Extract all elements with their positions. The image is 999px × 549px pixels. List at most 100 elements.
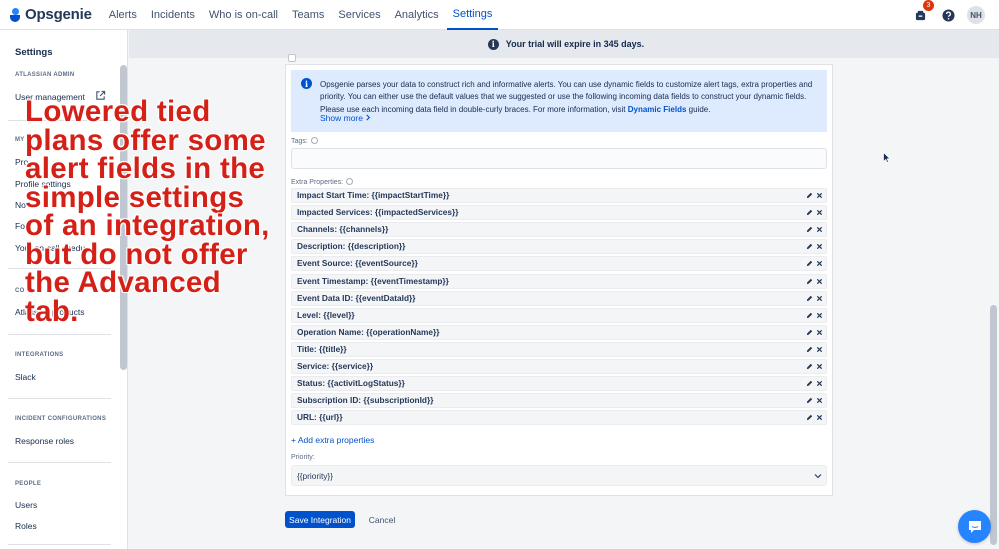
extra-property-row: Impact Start Time: {{impactStartTime}} <box>291 188 827 203</box>
extra-property-text: Title: {{title}} <box>297 343 347 354</box>
close-icon[interactable] <box>816 278 823 285</box>
section-co: CO <box>15 288 25 294</box>
nav-services[interactable]: Services <box>332 0 386 30</box>
help-icon[interactable] <box>346 178 354 185</box>
cancel-button[interactable]: Cancel <box>364 511 400 528</box>
extra-property-row: Status: {{activitLogStatus}} <box>291 376 827 392</box>
sidebar-item-fo[interactable]: Fo <box>15 221 25 231</box>
add-extra-properties-link[interactable]: + Add extra properties <box>291 435 374 445</box>
close-icon[interactable] <box>816 363 823 370</box>
edit-icon[interactable] <box>806 192 813 199</box>
edit-icon[interactable] <box>806 243 813 250</box>
extra-property-text: Service: {{service}} <box>297 361 374 371</box>
edit-icon[interactable] <box>806 329 813 336</box>
sidebar-title: Settings <box>15 47 53 58</box>
help-icon[interactable] <box>310 137 318 144</box>
nav-who-is-on-call[interactable]: Who is on-call <box>203 0 284 30</box>
show-more-link[interactable]: Show more <box>320 113 371 123</box>
edit-icon[interactable] <box>806 226 813 233</box>
info-icon: i <box>487 38 499 50</box>
edit-icon[interactable] <box>806 380 813 387</box>
edit-icon[interactable] <box>806 312 813 319</box>
extra-property-row: Description: {{description}} <box>291 239 827 255</box>
section-integrations: INTEGRATIONS <box>15 352 64 358</box>
edit-icon[interactable] <box>806 414 813 421</box>
sidebar-divider <box>8 462 111 463</box>
close-icon[interactable] <box>816 397 823 404</box>
close-icon[interactable] <box>816 243 823 250</box>
extra-property-row: Service: {{service}} <box>291 359 827 374</box>
show-more-label: Show more <box>320 113 363 123</box>
chat-button[interactable] <box>958 510 991 543</box>
nav-incidents[interactable]: Incidents <box>145 0 201 30</box>
close-icon[interactable] <box>816 312 823 319</box>
notifications-button[interactable]: 3 <box>911 0 934 24</box>
sidebar-item-users[interactable]: Users <box>15 500 37 510</box>
extra-properties-label-text: Extra Properties: <box>291 179 344 186</box>
close-icon[interactable] <box>816 346 823 353</box>
sidebar-item-response-roles[interactable]: Response roles <box>15 436 74 446</box>
tags-label-text: Tags: <box>291 138 308 145</box>
trial-banner: i Your trial will expire in 345 days. <box>129 30 999 58</box>
edit-icon[interactable] <box>806 260 813 267</box>
dynamic-fields-link[interactable]: Dynamic Fields <box>628 105 687 114</box>
close-icon[interactable] <box>816 329 823 336</box>
close-icon[interactable] <box>816 295 823 302</box>
chat-icon <box>968 520 981 533</box>
section-my: MY <box>15 137 25 143</box>
close-icon[interactable] <box>816 260 823 267</box>
extra-property-text: Impact Start Time: {{impactStartTime}} <box>297 190 450 200</box>
extra-property-text: URL: {{url}} <box>297 412 343 423</box>
priority-label: Priority: <box>291 454 315 461</box>
help-button[interactable] <box>939 6 957 24</box>
nav-analytics[interactable]: Analytics <box>389 0 445 30</box>
edit-icon[interactable] <box>806 278 813 285</box>
notifications-icon <box>915 10 925 20</box>
close-icon[interactable] <box>816 226 823 233</box>
tags-input[interactable] <box>291 148 827 169</box>
extra-property-row: Subscription ID: {{subscriptionId}} <box>291 393 827 409</box>
section-incident-configurations: INCIDENT CONFIGURATIONS <box>15 416 107 422</box>
extra-property-text: Level: {{level}} <box>297 309 355 320</box>
opsgenie-logo-icon <box>10 7 20 22</box>
opsgenie-logo[interactable]: Opsgenie <box>10 6 92 23</box>
top-navigation: Opsgenie Alerts Incidents Who is on-call… <box>0 0 999 30</box>
edit-icon[interactable] <box>806 346 813 353</box>
extra-property-row: Channels: {{channels}} <box>291 222 827 238</box>
info-suffix: guide. <box>688 104 711 114</box>
extra-property-text: Event Data ID: {{eventDataId}} <box>297 292 416 303</box>
extra-property-text: Description: {{description}} <box>297 241 406 252</box>
extra-property-text: Subscription ID: {{subscriptionId}} <box>297 395 434 406</box>
save-integration-button[interactable]: Save Integration <box>285 511 355 528</box>
info-icon: i <box>301 78 312 89</box>
extra-property-row: Event Data ID: {{eventDataId}} <box>291 290 827 306</box>
edit-icon[interactable] <box>806 295 813 302</box>
sidebar-divider <box>8 398 111 399</box>
close-icon[interactable] <box>816 192 823 199</box>
sidebar-item-slack[interactable]: Slack <box>15 372 36 382</box>
close-icon[interactable] <box>816 209 823 216</box>
extra-property-text: Status: {{activitLogStatus}} <box>297 378 405 389</box>
extra-property-row: Level: {{level}} <box>291 307 827 323</box>
main-scrollbar[interactable] <box>990 305 997 545</box>
help-icon <box>941 8 955 22</box>
close-icon[interactable] <box>816 414 823 421</box>
user-avatar[interactable]: NH <box>967 6 985 24</box>
sidebar-item-roles[interactable]: Roles <box>15 521 37 531</box>
edit-icon[interactable] <box>806 209 813 216</box>
edit-icon[interactable] <box>806 363 813 370</box>
checkbox[interactable] <box>288 54 296 62</box>
priority-value: {{priority}} <box>297 471 333 481</box>
edit-icon[interactable] <box>806 397 813 404</box>
extra-property-text: Event Timestamp: {{eventTimestamp}} <box>297 275 449 286</box>
nav-teams[interactable]: Teams <box>286 0 330 30</box>
mouse-cursor-icon <box>883 152 891 163</box>
logo-text: Opsgenie <box>25 6 92 23</box>
extra-property-text: Channels: {{channels}} <box>297 224 389 235</box>
nav-settings[interactable]: Settings <box>446 0 499 30</box>
close-icon[interactable] <box>816 380 823 387</box>
tags-label: Tags: <box>291 137 318 145</box>
priority-select[interactable]: {{priority}} <box>291 465 827 486</box>
section-people: PEOPLE <box>15 481 42 487</box>
nav-alerts[interactable]: Alerts <box>103 0 143 30</box>
